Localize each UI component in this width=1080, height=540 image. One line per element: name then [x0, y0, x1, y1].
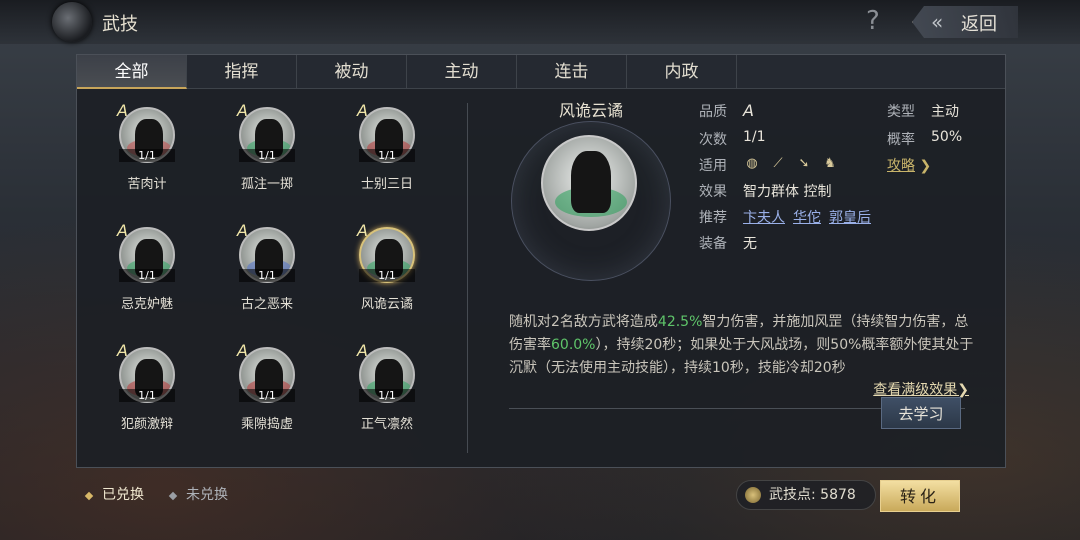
skill-grade: A [357, 101, 368, 120]
points-text: 武技点: 5878 [769, 487, 856, 503]
skill-count: 1/1 [239, 269, 295, 282]
recommend-list: 卞夫人 华佗 郭皇后 [743, 207, 879, 227]
guide-label: 攻略 [887, 158, 915, 174]
skill-detail: 风诡云谲 品质 A 类型 主动 次数 1/1 概率 50% 适用 ◍ ⟋ ➘ ♞… [477, 95, 997, 465]
skill-card[interactable]: A 1/1 古之恶来 [217, 219, 317, 329]
prob-value: 50% [931, 129, 963, 145]
diamond-icon [84, 491, 94, 501]
exchanged-label: 已兑换 [102, 487, 144, 503]
skill-name: 苦肉计 [127, 177, 167, 192]
tab-active[interactable]: 主动 [407, 55, 517, 89]
type-value: 主动 [931, 104, 959, 120]
detail-skill-icon [541, 135, 637, 231]
skill-card[interactable]: A 1/1 乘隙捣虚 [217, 339, 317, 449]
diamond-icon [168, 491, 178, 501]
skill-card[interactable]: A 1/1 孤注一掷 [217, 99, 317, 209]
type-label: 类型 [887, 104, 915, 120]
skill-grade: A [117, 101, 128, 120]
back-label: 返回 [961, 14, 997, 35]
tab-passive[interactable]: 被动 [297, 55, 407, 89]
skill-card[interactable]: A 1/1 正气凛然 [337, 339, 437, 449]
recommend-hero-link[interactable]: 华佗 [793, 210, 821, 226]
skill-name: 风诡云谲 [360, 297, 413, 312]
skill-count: 1/1 [119, 269, 175, 282]
spear-icon: ➘ [798, 156, 810, 171]
skill-emblem-icon [52, 2, 92, 42]
shield-icon: ◍ [746, 156, 758, 171]
skill-panel: 全部 指挥 被动 主动 连击 内政 A 1/1 苦肉计 A 1/1 孤注一掷 A… [76, 54, 1006, 468]
skill-name: 士别三日 [360, 177, 413, 192]
recommend-hero-link[interactable]: 卞夫人 [743, 210, 785, 226]
convert-button[interactable]: 转化 [880, 480, 960, 512]
apply-label: 适用 [699, 158, 727, 174]
skill-points: 武技点: 5878 [736, 480, 876, 510]
skill-name: 孤注一掷 [240, 177, 293, 192]
skill-card[interactable]: A 1/1 犯颜激辩 [97, 339, 197, 449]
skill-count: 1/1 [119, 149, 175, 162]
skill-grade: A [357, 221, 368, 240]
quality-value: A [743, 101, 754, 120]
skill-grade: A [237, 221, 248, 240]
times-label: 次数 [699, 132, 727, 148]
apply-icons: ◍ ⟋ ➘ ♞ [743, 155, 847, 173]
skill-name: 乘隙捣虚 [240, 417, 293, 432]
quality-label: 品质 [699, 104, 727, 120]
skill-grade: A [117, 341, 128, 360]
equip-value: 无 [743, 236, 757, 252]
question-icon[interactable]: ? [866, 6, 880, 36]
learn-button[interactable]: 去学习 [881, 397, 961, 429]
horse-icon: ♞ [824, 156, 836, 171]
skill-name: 古之恶来 [240, 297, 293, 312]
detail-skill-name: 风诡云谲 [558, 101, 623, 120]
effect-label: 效果 [699, 184, 727, 200]
skill-name: 犯颜激辩 [120, 417, 173, 432]
times-value: 1/1 [743, 129, 766, 145]
double-chevron-left-icon: « [931, 10, 944, 34]
prob-label: 概率 [887, 132, 915, 148]
skill-card-selected[interactable]: A 1/1 风诡云谲 [337, 219, 437, 329]
divider [467, 103, 468, 453]
skill-count: 1/1 [239, 149, 295, 162]
tab-bar: 全部 指挥 被动 主动 连击 内政 [77, 55, 1005, 89]
equip-label: 装备 [699, 236, 727, 252]
back-button[interactable]: « 返回 [912, 6, 1018, 38]
skill-grade: A [237, 341, 248, 360]
chevron-right-icon: ❯ [919, 158, 932, 174]
tab-all[interactable]: 全部 [77, 55, 187, 89]
skill-grade: A [357, 341, 368, 360]
tab-combo[interactable]: 连击 [517, 55, 627, 89]
skill-count: 1/1 [239, 389, 295, 402]
tab-internal[interactable]: 内政 [627, 55, 737, 89]
skill-count: 1/1 [119, 389, 175, 402]
skill-description: 随机对2名敌方武将造成42.5%智力伤害，并施加风罡（持续智力伤害，总伤害率60… [509, 314, 974, 376]
top-bar: 武技 ? « 返回 [0, 0, 1080, 44]
skill-count: 1/1 [359, 149, 415, 162]
view-max-level-link[interactable]: 查看满级效果❯ [873, 379, 969, 399]
skill-card[interactable]: A 1/1 苦肉计 [97, 99, 197, 209]
recommend-hero-link[interactable]: 郭皇后 [829, 210, 871, 226]
coin-icon [745, 487, 761, 503]
skill-count: 1/1 [359, 269, 415, 282]
filter-exchanged[interactable]: 已兑换 [84, 484, 144, 504]
not-exchanged-label: 未兑换 [186, 487, 228, 503]
skill-grade: A [117, 221, 128, 240]
skill-grade: A [237, 101, 248, 120]
effect-value: 智力群体 控制 [743, 184, 832, 200]
skill-name: 忌克妒魅 [120, 297, 173, 312]
recommend-label: 推荐 [699, 210, 727, 226]
skill-card[interactable]: A 1/1 士别三日 [337, 99, 437, 209]
bow-icon: ⟋ [773, 156, 783, 171]
skill-count: 1/1 [359, 389, 415, 402]
guide-link[interactable]: 攻略 ❯ [887, 155, 931, 175]
skill-name: 正气凛然 [360, 417, 413, 432]
filter-not-exchanged[interactable]: 未兑换 [168, 484, 228, 504]
skill-grid: A 1/1 苦肉计 A 1/1 孤注一掷 A 1/1 士别三日 A 1/1 忌克… [77, 93, 457, 463]
skill-card[interactable]: A 1/1 忌克妒魅 [97, 219, 197, 329]
tab-command[interactable]: 指挥 [187, 55, 297, 89]
page-title: 武技 [102, 14, 138, 35]
